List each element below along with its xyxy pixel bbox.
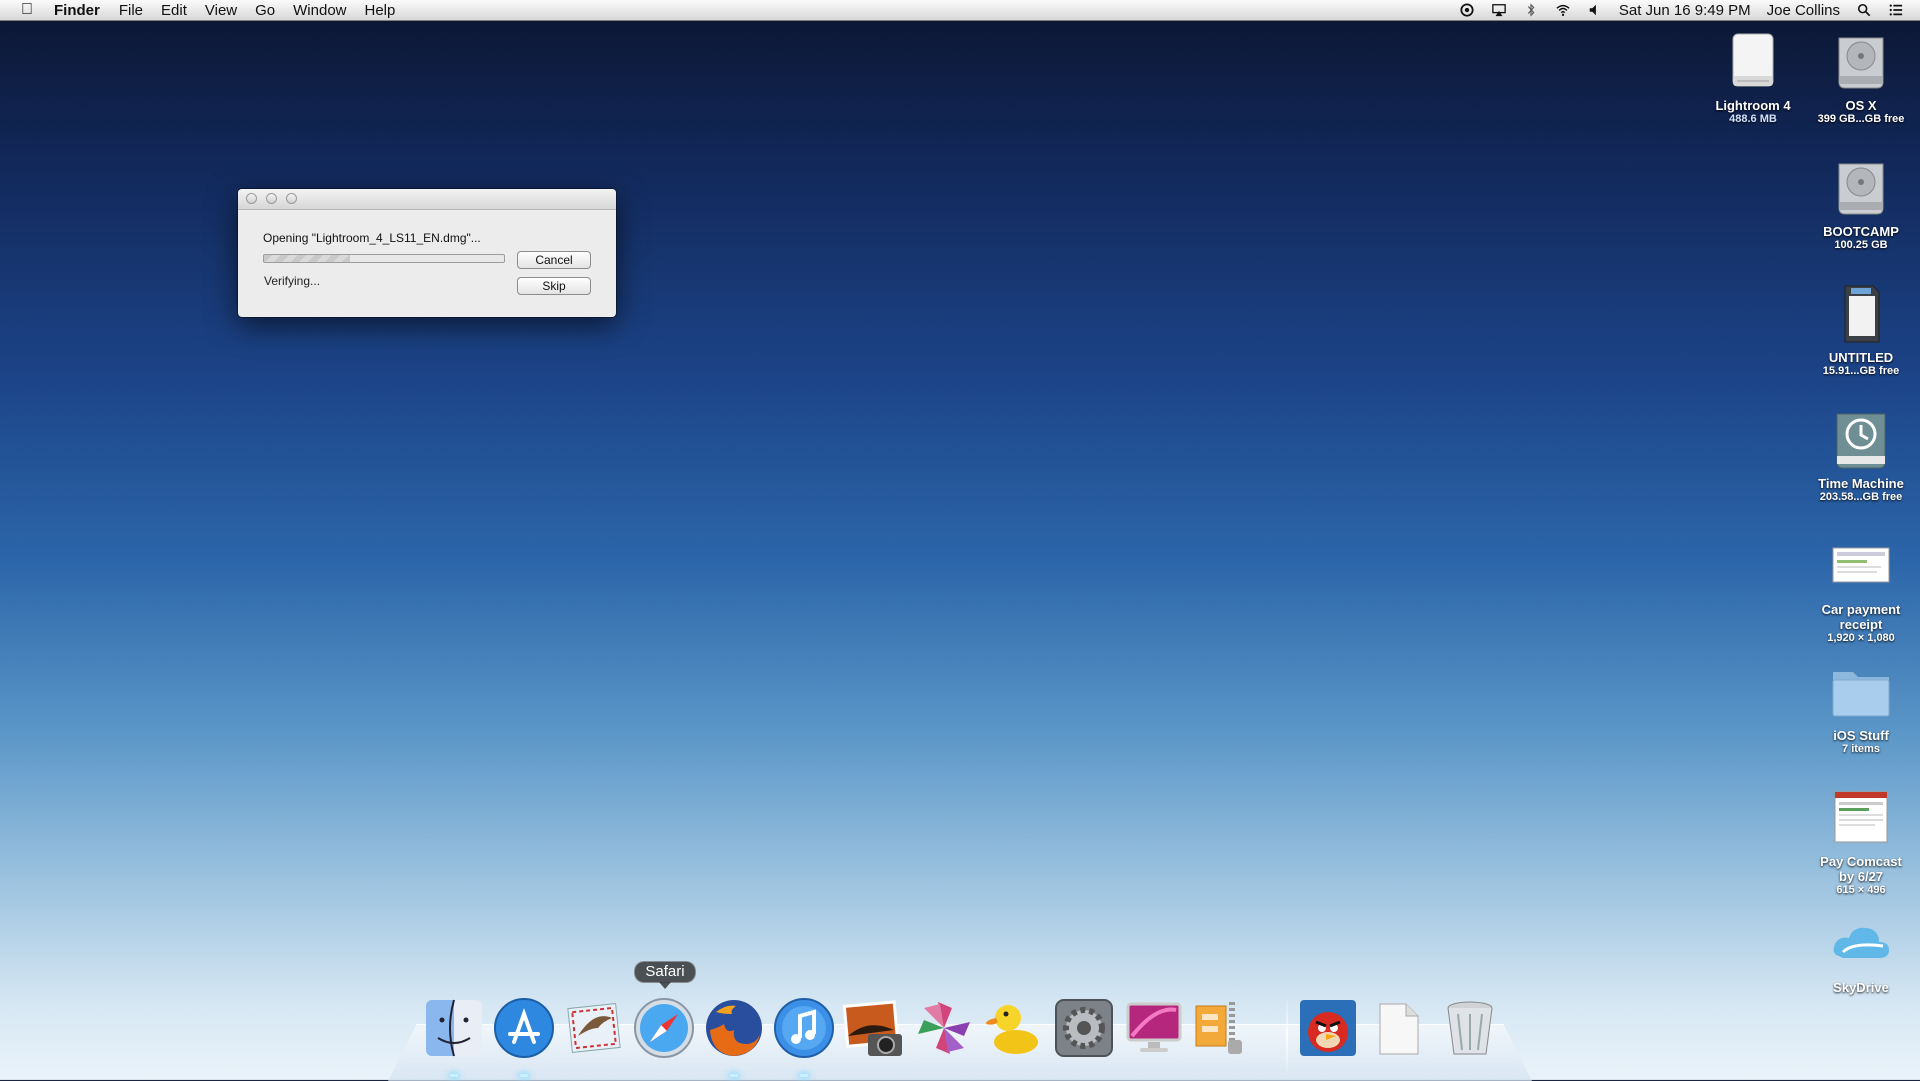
menu-app-name[interactable]: Finder: [54, 2, 110, 19]
bluetooth-icon[interactable]: [1515, 3, 1547, 17]
menu-edit[interactable]: Edit: [152, 2, 196, 19]
hard-drive-icon: [1829, 30, 1893, 94]
desktop-icon-time-machine[interactable]: Time Machine 203.58...GB free: [1811, 408, 1911, 504]
desktop-icon-lightroom[interactable]: Lightroom 4 488.6 MB: [1703, 30, 1803, 126]
dialog-message: Opening "Lightroom_4_LS11_EN.dmg"...: [263, 231, 481, 245]
desktop-icon-osx[interactable]: OS X 399 GB...GB free: [1811, 30, 1911, 126]
menu-help[interactable]: Help: [356, 2, 405, 19]
verify-progress-bar: [263, 254, 505, 263]
desktop-icon-label: Lightroom 4: [1715, 98, 1791, 113]
safari-icon[interactable]: [632, 996, 696, 1060]
desktop-icon-label: UNTITLED: [1828, 350, 1894, 365]
notification-center-icon[interactable]: [1880, 3, 1912, 17]
skydrive-cloud-icon: [1829, 912, 1893, 976]
desktop-icon-info: 488.6 MB: [1729, 113, 1777, 125]
progress-bar-fill: [264, 255, 351, 262]
wifi-icon[interactable]: [1547, 3, 1579, 17]
desktop-icon-car-payment[interactable]: Car payment receipt 1,920 × 1,080: [1811, 534, 1911, 645]
desktop-icon-ios-stuff[interactable]: iOS Stuff 7 items: [1811, 660, 1911, 756]
spotlight-icon[interactable]: [1848, 3, 1880, 17]
menu-view[interactable]: View: [196, 2, 246, 19]
desktop-icon-label: iOS Stuff: [1833, 728, 1889, 743]
running-indicator: [800, 1074, 808, 1077]
firefox-icon[interactable]: [702, 996, 766, 1060]
desktop-icon-info: 7 items: [1842, 743, 1880, 755]
desktop-icon-label: BOOTCAMP: [1823, 224, 1899, 239]
dialog-status: Verifying...: [264, 274, 321, 288]
documents-stack-icon[interactable]: [1366, 996, 1430, 1060]
app-store-icon[interactable]: [492, 996, 556, 1060]
folder-icon: [1829, 660, 1893, 724]
desktop-icon-info: 100.25 GB: [1834, 239, 1888, 251]
pinwheel-icon[interactable]: [912, 996, 976, 1060]
desktop-icon-info: 203.58...GB free: [1819, 491, 1903, 503]
desktop-icon-untitled[interactable]: UNTITLED 15.91...GB free: [1811, 282, 1911, 378]
cancel-button[interactable]: Cancel: [517, 251, 591, 269]
hard-drive-icon: [1829, 156, 1893, 220]
itunes-icon[interactable]: [772, 996, 836, 1060]
trash-icon[interactable]: [1438, 996, 1502, 1060]
desktop-icon-bootcamp[interactable]: BOOTCAMP 100.25 GB: [1811, 156, 1911, 252]
desktop-icon-label: Time Machine: [1818, 476, 1904, 491]
time-machine-drive-icon: [1829, 408, 1893, 472]
menu-file[interactable]: File: [110, 2, 152, 19]
cyberduck-icon[interactable]: [982, 996, 1046, 1060]
desktop-icon-label: SkyDrive: [1833, 980, 1889, 995]
skip-button[interactable]: Skip: [517, 277, 591, 295]
iphoto-icon[interactable]: [842, 996, 906, 1060]
apple-menu-icon[interactable]: : [0, 1, 54, 19]
desktop-icon-pay-comcast[interactable]: Pay Comcast by 6/27 615 × 496: [1811, 786, 1911, 897]
desktop-icon-skydrive[interactable]: SkyDrive: [1811, 912, 1911, 995]
desktop-icon-label: OS X: [1845, 98, 1877, 113]
sync-status-icon[interactable]: [1451, 3, 1483, 17]
zoom-button[interactable]: [286, 193, 297, 204]
running-indicator: [730, 1074, 738, 1077]
angry-birds-icon[interactable]: [1296, 996, 1360, 1060]
screenshot-thumbnail-icon: [1829, 786, 1893, 850]
minimize-button[interactable]: [266, 193, 277, 204]
archive-utility-icon[interactable]: [1192, 996, 1256, 1060]
desktop-icon-info: 399 GB...GB free: [1817, 113, 1905, 125]
desktop-icon-info: 15.91...GB free: [1822, 365, 1900, 377]
dock-tooltip: Safari: [634, 961, 696, 989]
menu-bar:  Finder File Edit View Go Window Help S…: [0, 0, 1920, 21]
dock-separator: [1286, 1000, 1288, 1072]
menu-user[interactable]: Joe Collins: [1759, 2, 1848, 19]
cleanmymac-icon[interactable]: [1122, 996, 1186, 1060]
volume-icon[interactable]: [1579, 3, 1611, 17]
system-preferences-icon[interactable]: [1052, 996, 1116, 1060]
airplay-icon[interactable]: [1483, 3, 1515, 17]
desktop-icon-info: 615 × 496: [1836, 884, 1886, 896]
copy-progress-dialog: Opening "Lightroom_4_LS11_EN.dmg"... Ver…: [238, 189, 616, 317]
close-button[interactable]: [246, 193, 257, 204]
desktop-icon-label: Car payment receipt: [1821, 602, 1901, 632]
running-indicator: [450, 1074, 458, 1077]
screenshot-thumbnail-icon: [1829, 534, 1893, 598]
menu-go[interactable]: Go: [246, 2, 284, 19]
running-indicator: [520, 1074, 528, 1077]
finder-icon[interactable]: [422, 996, 486, 1060]
sd-card-icon: [1829, 282, 1893, 346]
disk-image-icon: [1721, 30, 1785, 94]
desktop-icon-label: Pay Comcast by 6/27: [1820, 854, 1902, 884]
menu-clock[interactable]: Sat Jun 16 9:49 PM: [1611, 2, 1759, 19]
desktop-icon-info: 1,920 × 1,080: [1827, 632, 1895, 644]
mail-icon[interactable]: [562, 996, 626, 1060]
dialog-titlebar[interactable]: [238, 189, 616, 210]
menu-window[interactable]: Window: [284, 2, 355, 19]
